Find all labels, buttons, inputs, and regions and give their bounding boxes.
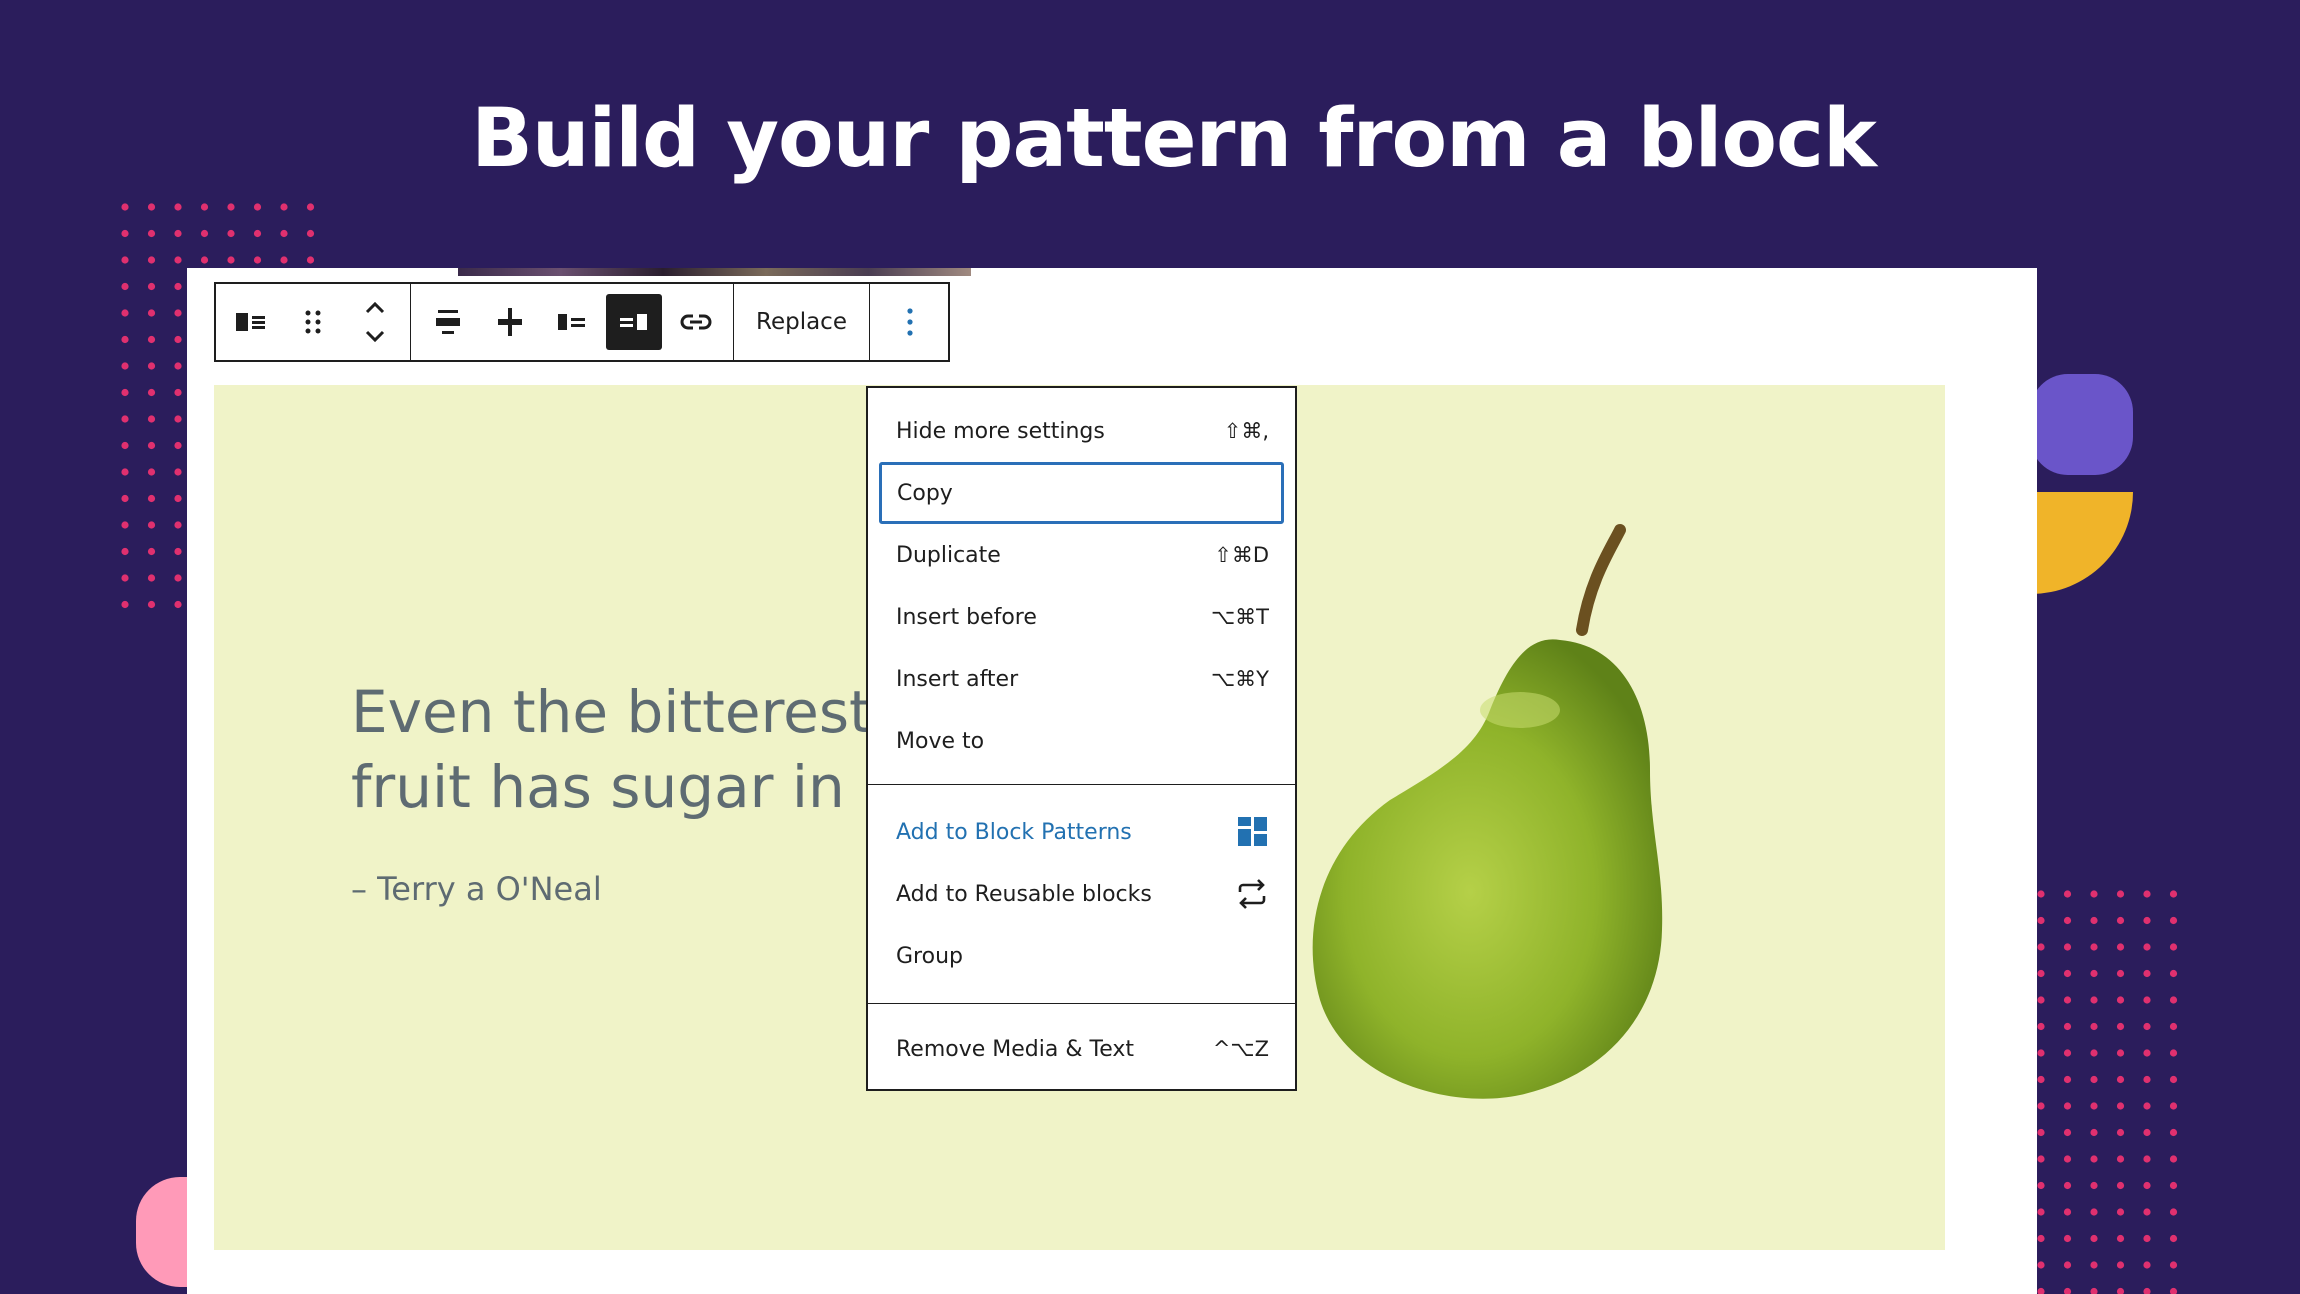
quote-text[interactable]: Even the bitterest fruit has sugar in it — [351, 675, 911, 825]
menu-item-copy[interactable]: Copy — [879, 462, 1284, 524]
menu-section-general: Hide more settings ⇧⌘, Copy Duplicate ⇧⌘… — [868, 388, 1295, 785]
toolbar-group-block — [216, 284, 411, 360]
menu-item-label: Hide more settings — [896, 418, 1105, 444]
menu-item-shortcut: ⌥⌘T — [1210, 605, 1269, 629]
toolbar-group-align — [411, 284, 734, 360]
replace-button[interactable]: Replace — [734, 309, 869, 335]
menu-item-group[interactable]: Group — [868, 925, 1295, 987]
menu-item-shortcut: ⌥⌘Y — [1210, 667, 1269, 691]
menu-item-duplicate[interactable]: Duplicate ⇧⌘D — [868, 524, 1295, 586]
menu-item-label: Insert after — [896, 666, 1019, 692]
quote-citation[interactable]: – Terry a O'Neal — [351, 870, 602, 908]
menu-item-label: Group — [896, 943, 963, 969]
page-headline: Build your pattern from a block — [471, 92, 1877, 186]
block-options-menu: Hide more settings ⇧⌘, Copy Duplicate ⇧⌘… — [866, 386, 1297, 1091]
menu-item-insert-before[interactable]: Insert before ⌥⌘T — [868, 586, 1295, 648]
media-right-icon[interactable] — [606, 294, 662, 350]
toolbar-group-replace: Replace — [734, 284, 870, 360]
quote-line-2: fruit has sugar in it — [351, 753, 903, 821]
align-center-icon[interactable] — [482, 294, 538, 350]
menu-item-label: Add to Block Patterns — [896, 819, 1132, 845]
more-options-icon[interactable] — [870, 307, 950, 337]
previous-block-image — [458, 268, 971, 276]
menu-section-remove: Remove Media & Text ^⌥Z — [868, 1004, 1295, 1094]
menu-item-add-to-reusable-blocks[interactable]: Add to Reusable blocks — [868, 863, 1295, 925]
toolbar-group-more — [870, 284, 950, 360]
menu-item-label: Copy — [897, 480, 953, 506]
block-toolbar: Replace — [214, 282, 950, 362]
media-left-icon[interactable] — [544, 294, 600, 350]
link-icon[interactable] — [668, 294, 724, 350]
menu-item-hide-more-settings[interactable]: Hide more settings ⇧⌘, — [868, 400, 1295, 462]
menu-item-label: Add to Reusable blocks — [896, 881, 1152, 907]
menu-item-add-to-block-patterns[interactable]: Add to Block Patterns — [868, 801, 1295, 863]
block-patterns-icon — [1238, 817, 1267, 846]
menu-item-shortcut: ⇧⌘D — [1214, 543, 1269, 567]
move-up-down-icon[interactable] — [347, 294, 403, 350]
drag-handle-icon[interactable] — [285, 294, 341, 350]
menu-item-label: Insert before — [896, 604, 1037, 630]
menu-item-shortcut: ⇧⌘, — [1223, 419, 1269, 443]
decor-purple-shape — [2030, 374, 2133, 475]
quote-line-1: Even the bitterest — [351, 678, 872, 746]
menu-item-remove-media-text[interactable]: Remove Media & Text ^⌥Z — [868, 1018, 1295, 1080]
media-text-block-icon[interactable] — [223, 294, 279, 350]
menu-item-insert-after[interactable]: Insert after ⌥⌘Y — [868, 648, 1295, 710]
align-top-icon[interactable] — [420, 294, 476, 350]
decor-yellow-shape — [2030, 492, 2133, 594]
pear-image[interactable] — [1290, 510, 1710, 1110]
menu-item-move-to[interactable]: Move to — [868, 710, 1295, 772]
menu-item-label: Remove Media & Text — [896, 1036, 1134, 1062]
reusable-block-icon — [1238, 879, 1266, 909]
menu-item-shortcut: ^⌥Z — [1212, 1037, 1269, 1061]
menu-item-label: Move to — [896, 728, 985, 754]
menu-item-label: Duplicate — [896, 542, 1001, 568]
menu-section-patterns: Add to Block Patterns Add to Reusable bl… — [868, 785, 1295, 1004]
decor-dots-bottom-right — [2032, 887, 2192, 1294]
